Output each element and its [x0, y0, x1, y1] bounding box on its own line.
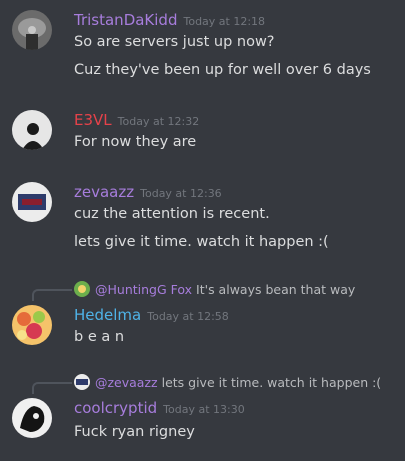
reply-preview[interactable]: @zevaazz lets give it time. watch it hap… — [74, 374, 381, 390]
message-text: Cuz they've been up for well over 6 days — [74, 62, 371, 78]
reply-spine — [32, 289, 72, 301]
username[interactable]: Hedelma — [74, 306, 141, 324]
message-header: TristanDaKidd Today at 12:18 — [74, 10, 265, 29]
timestamp: Today at 12:36 — [140, 187, 222, 200]
timestamp: Today at 12:18 — [183, 15, 266, 28]
username[interactable]: E3VL — [74, 111, 112, 129]
username[interactable]: coolcryptid — [74, 399, 157, 417]
message-text: Fuck ryan rigney — [74, 424, 195, 440]
timestamp: Today at 12:58 — [147, 310, 229, 323]
message-text: So are servers just up now? — [74, 34, 275, 50]
user-avatar[interactable] — [12, 398, 52, 438]
user-avatar[interactable] — [12, 182, 52, 222]
user-avatar[interactable] — [12, 110, 52, 150]
user-avatar[interactable] — [12, 305, 52, 345]
username[interactable]: zevaazz — [74, 183, 134, 201]
message-text: cuz the attention is recent. — [74, 206, 270, 222]
timestamp: Today at 13:30 — [163, 403, 245, 416]
message-header: Hedelma Today at 12:58 — [74, 305, 229, 324]
reply-username[interactable]: @HuntingG Fox — [95, 282, 192, 297]
reply-username[interactable]: @zevaazz — [95, 375, 158, 390]
reply-spine — [32, 382, 72, 394]
reply-text: lets give it time. watch it happen :( — [161, 374, 382, 390]
message-header: E3VL Today at 12:32 — [74, 110, 199, 129]
message-text: lets give it time. watch it happen :( — [74, 234, 329, 250]
reply-avatar — [74, 374, 90, 390]
message-header: zevaazz Today at 12:36 — [74, 182, 222, 201]
reply-avatar — [74, 281, 90, 297]
reply-text: It's always bean that way — [196, 281, 356, 297]
timestamp: Today at 12:32 — [117, 115, 200, 128]
user-avatar[interactable] — [12, 10, 52, 50]
message-header: coolcryptid Today at 13:30 — [74, 398, 245, 417]
message-text: b e a n — [74, 329, 125, 345]
username[interactable]: TristanDaKidd — [74, 11, 177, 29]
reply-preview[interactable]: @HuntingG Fox It's always bean that way — [74, 281, 355, 297]
message-text: For now they are — [74, 134, 197, 150]
